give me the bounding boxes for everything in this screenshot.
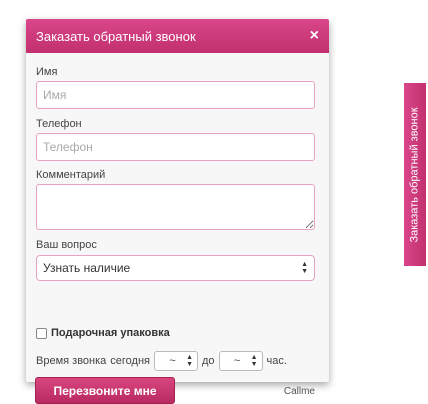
time-to-value: ~	[233, 355, 241, 367]
time-unit-label: час.	[266, 355, 287, 367]
comment-textarea[interactable]	[36, 184, 315, 230]
question-label: Ваш вопрос	[36, 239, 97, 251]
gift-wrap-row[interactable]: Подарочная упаковка	[36, 327, 170, 339]
time-from-value: ~	[169, 355, 176, 367]
select-arrows-icon: ▲ ▼	[250, 354, 258, 368]
gift-wrap-checkbox[interactable]	[36, 327, 47, 339]
close-icon[interactable]: ×	[310, 28, 319, 44]
brand-link[interactable]: Callme	[284, 386, 315, 397]
time-to-select[interactable]: ~ ▲ ▼	[218, 351, 263, 371]
name-label: Имя	[36, 66, 58, 78]
time-to-label: до	[202, 355, 215, 367]
phone-input[interactable]	[36, 133, 315, 161]
question-select-value: Узнать наличие	[43, 261, 131, 275]
phone-label: Телефон	[36, 118, 82, 130]
modal-title: Заказать обратный звонок	[36, 28, 196, 44]
callback-modal: Заказать обратный звонок × Имя Телефон К…	[26, 19, 329, 404]
callback-side-tab[interactable]: Заказать обратный звонок	[404, 83, 426, 266]
question-select[interactable]: Узнать наличие ▲ ▼	[36, 255, 315, 281]
comment-label: Комментарий	[36, 169, 106, 181]
time-from-select[interactable]: ~ ▲ ▼	[154, 351, 198, 371]
select-arrows-icon: ▲ ▼	[186, 354, 193, 368]
modal-header: Заказать обратный звонок ×	[26, 19, 329, 53]
call-time-day: сегодня	[110, 355, 150, 367]
select-arrows-icon: ▲ ▼	[301, 261, 308, 275]
call-time-row: Время звонка сегодня ~ ▲ ▼ до ~ ▲ ▼ час.	[36, 351, 287, 371]
name-input[interactable]	[36, 81, 315, 109]
callback-submit-button[interactable]: Перезвоните мне	[35, 377, 175, 404]
call-time-label: Время звонка	[36, 355, 107, 367]
side-tab-label: Заказать обратный звонок	[409, 106, 422, 243]
gift-wrap-label: Подарочная упаковка	[51, 327, 170, 339]
